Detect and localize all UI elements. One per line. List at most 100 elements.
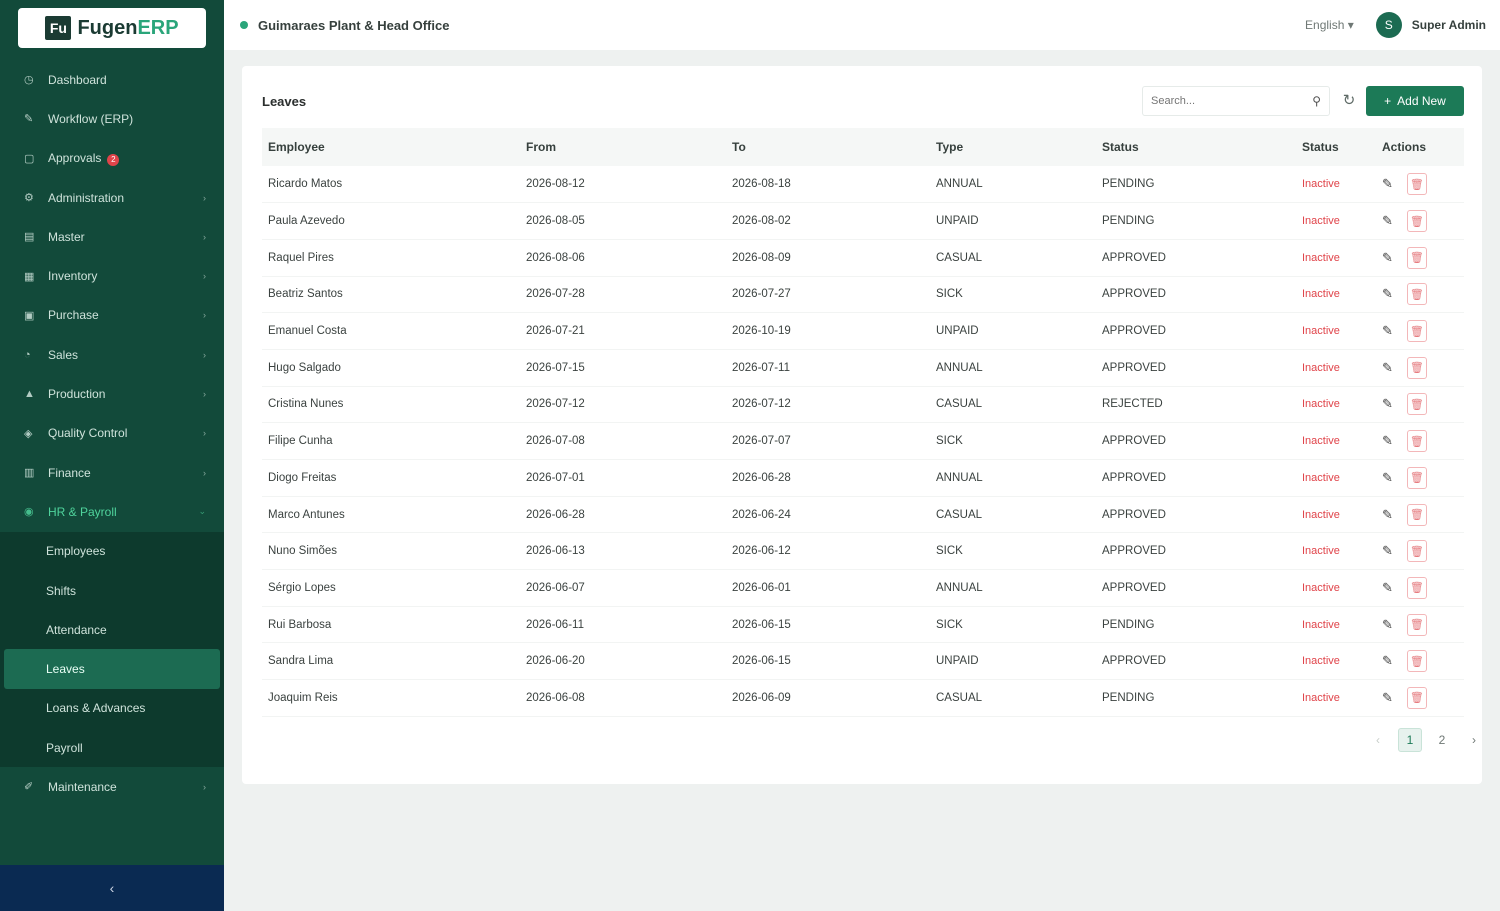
prev-page-button[interactable]: ‹	[1366, 728, 1390, 752]
table-row[interactable]: Nuno Simões 2026-06-13 2026-06-12 SICK APPRO…	[262, 532, 1464, 571]
collapse-sidebar-button[interactable]: ‹	[0, 865, 224, 911]
edit-icon[interactable]: ✎	[1382, 250, 1393, 266]
sidebar-item-sales[interactable]: ◔ Sales ›	[0, 335, 224, 374]
edit-icon[interactable]: ✎	[1382, 433, 1393, 449]
sidebar-subitem-shifts[interactable]: Shifts	[0, 571, 224, 610]
edit-icon[interactable]: ✎	[1382, 580, 1393, 596]
delete-icon[interactable]: 🗑	[1406, 466, 1427, 489]
edit-icon[interactable]: ✎	[1382, 543, 1393, 559]
table-row[interactable]: Sérgio Lopes 2026-06-07 2026-06-01 ANNUAL AP…	[262, 569, 1464, 607]
language-selector[interactable]: English ▾	[1305, 18, 1354, 32]
user-name[interactable]: Super Admin	[1412, 18, 1486, 32]
sidebar-item-inventory[interactable]: ▦ Inventory ›	[0, 256, 224, 295]
sidebar-subitem-payroll[interactable]: Payroll	[0, 728, 224, 767]
page-2-button[interactable]: 2	[1430, 728, 1454, 752]
edit-icon[interactable]: ✎	[1382, 653, 1393, 669]
delete-icon[interactable]: 🗑	[1406, 613, 1427, 636]
col-status-tag[interactable]: Status	[1296, 128, 1376, 166]
status-tag-cell: Inactive	[1296, 532, 1376, 571]
sidebar-item-workflow-erp[interactable]: ✎ Workflow (ERP)	[0, 99, 224, 138]
delete-icon[interactable]: 🗑	[1406, 393, 1427, 416]
table-row[interactable]: Emanuel Costa 2026-07-21 2026-10-19 UNPAID A…	[262, 312, 1464, 350]
table-row[interactable]: Filipe Cunha 2026-07-08 2026-07-07 SICK APPR…	[262, 422, 1464, 460]
delete-icon[interactable]: 🗑	[1406, 686, 1427, 709]
delete-icon[interactable]: 🗑	[1406, 576, 1427, 599]
table-row[interactable]: Diogo Freitas 2026-07-01 2026-06-28 ANNUAL A…	[262, 459, 1464, 497]
delete-icon[interactable]: 🗑	[1406, 246, 1427, 269]
table-row[interactable]: Paula Azevedo 2026-08-05 2026-08-02 UNPAID P…	[262, 202, 1464, 240]
edit-icon[interactable]: ✎	[1382, 470, 1393, 486]
employee-cell: Cristina Nunes	[262, 386, 520, 424]
edit-icon[interactable]: ✎	[1382, 507, 1393, 523]
app-logo[interactable]: Fu FugenERP	[18, 8, 206, 48]
table-row[interactable]: Cristina Nunes 2026-07-12 2026-07-12 CASUAL…	[262, 386, 1464, 424]
sidebar-item-maintenance[interactable]: ✐ Maintenance ›	[0, 767, 224, 806]
delete-icon[interactable]: 🗑	[1406, 210, 1427, 233]
delete-icon[interactable]: 🗑	[1406, 503, 1427, 526]
sidebar-item-hr-payroll[interactable]: ◉ HR & Payroll ⌄	[0, 492, 224, 531]
sidebar-item-finance[interactable]: ▥ Finance ›	[0, 453, 224, 492]
sidebar-item-master[interactable]: ▤ Master ›	[0, 217, 224, 256]
chevron-icon: ›	[203, 349, 206, 360]
refresh-icon[interactable]: ↻	[1338, 90, 1360, 112]
edit-icon[interactable]: ✎	[1382, 323, 1393, 339]
search-input[interactable]	[1151, 95, 1313, 107]
status-badge: Inactive	[1302, 655, 1340, 668]
delete-icon[interactable]: 🗑	[1406, 283, 1427, 306]
table-row[interactable]: Hugo Salgado 2026-07-15 2026-07-11 ANNUAL AP…	[262, 349, 1464, 387]
leaves-table: Employee From To Type Status Status Acti…	[262, 128, 1464, 717]
status-badge: Inactive	[1302, 398, 1340, 411]
table-row[interactable]: Marco Antunes 2026-06-28 2026-06-24 CASUAL A…	[262, 496, 1464, 534]
status-cell: APPROVED	[1096, 569, 1296, 607]
edit-icon[interactable]: ✎	[1382, 213, 1393, 229]
location-selector[interactable]: Guimaraes Plant & Head Office	[258, 18, 1305, 33]
col-from[interactable]: From	[520, 128, 726, 166]
delete-icon[interactable]: 🗑	[1406, 173, 1427, 196]
delete-icon[interactable]: 🗑	[1406, 356, 1427, 379]
edit-icon[interactable]: ✎	[1382, 286, 1393, 302]
sidebar-item-administration[interactable]: ⚙ Administration ›	[0, 178, 224, 217]
row-actions: ✎ 🗑	[1382, 173, 1464, 196]
row-actions: ✎ 🗑	[1382, 320, 1464, 343]
col-type[interactable]: Type	[930, 128, 1096, 166]
sidebar-item-text: Administration	[48, 190, 125, 205]
table-row[interactable]: Ricardo Matos 2026-08-12 2026-08-18 ANNUAL P…	[262, 166, 1464, 204]
edit-icon[interactable]: ✎	[1382, 360, 1393, 376]
sidebar-item-dashboard[interactable]: ◷ Dashboard	[0, 60, 224, 99]
page-1-button[interactable]: 1	[1398, 728, 1422, 752]
chevron-icon: ›	[203, 271, 206, 282]
delete-icon[interactable]: 🗑	[1406, 650, 1427, 673]
table-row[interactable]: Raquel Pires 2026-08-06 2026-08-09 CASUAL AP…	[262, 239, 1464, 277]
from-date-cell: 2026-06-28	[520, 496, 726, 534]
sidebar-subitem-loans-advances[interactable]: Loans & Advances	[0, 689, 224, 728]
table-row[interactable]: Rui Barbosa 2026-06-11 2026-06-15 SICK PENDI…	[262, 606, 1464, 644]
status-cell: PENDING	[1096, 166, 1296, 204]
sidebar-item-purchase[interactable]: ▣ Purchase ›	[0, 296, 224, 335]
edit-icon[interactable]: ✎	[1382, 176, 1393, 192]
add-new-button[interactable]: + Add New	[1366, 86, 1464, 116]
next-page-button[interactable]: ›	[1462, 728, 1486, 752]
sidebar-item-production[interactable]: ▲ Production ›	[0, 374, 224, 413]
edit-icon[interactable]: ✎	[1382, 617, 1393, 633]
chevron-icon: ›	[203, 389, 206, 400]
sidebar-subitem-leaves[interactable]: Leaves	[4, 649, 220, 689]
row-actions: ✎ 🗑	[1382, 210, 1464, 233]
table-row[interactable]: Sandra Lima 2026-06-20 2026-06-15 UNPAID APP…	[262, 642, 1464, 681]
sidebar-subitem-attendance[interactable]: Attendance	[0, 610, 224, 649]
avatar[interactable]: S	[1375, 12, 1402, 38]
col-status[interactable]: Status	[1096, 128, 1296, 166]
sidebar-item-quality-control[interactable]: ◈ Quality Control ›	[0, 414, 224, 453]
delete-icon[interactable]: 🗑	[1406, 320, 1427, 343]
table-row[interactable]: Joaquim Reis 2026-06-08 2026-06-09 CASUAL PE…	[262, 679, 1464, 717]
delete-icon[interactable]: 🗑	[1406, 540, 1427, 563]
edit-icon[interactable]: ✎	[1382, 396, 1393, 412]
delete-icon[interactable]: 🗑	[1406, 430, 1427, 453]
table-row[interactable]: Beatriz Santos 2026-07-28 2026-07-27 SICK AP…	[262, 276, 1464, 314]
col-employee[interactable]: Employee	[262, 128, 520, 166]
edit-icon[interactable]: ✎	[1382, 690, 1393, 706]
sidebar-item-approvals[interactable]: ▢ Approvals 2	[0, 139, 224, 178]
search-icon[interactable]: ⚲	[1312, 94, 1321, 108]
sidebar-subitem-employees[interactable]: Employees	[0, 532, 224, 571]
actions-cell: ✎ 🗑	[1376, 569, 1464, 607]
col-to[interactable]: To	[726, 128, 930, 166]
